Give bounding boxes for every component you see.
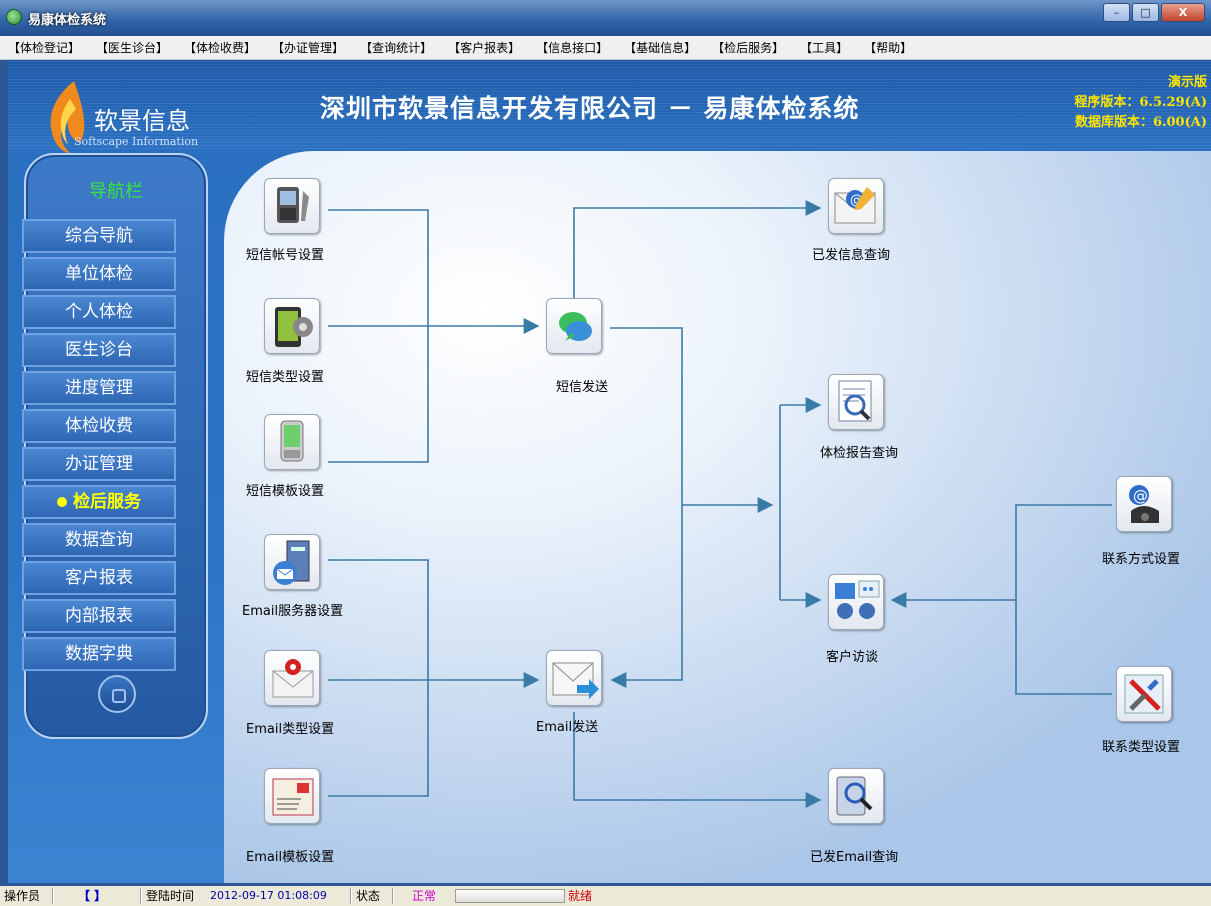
window-controls: – □ X	[1103, 3, 1205, 22]
close-button[interactable]: X	[1161, 3, 1205, 22]
menu-certificate[interactable]: 【办证管理】	[272, 39, 344, 56]
menu-query-stats[interactable]: 【查询统计】	[360, 39, 432, 56]
home-button-icon	[98, 675, 136, 713]
database-version: 数据库版本：6.00(A)	[1074, 115, 1207, 130]
status-bar: 操作员 【 】 登陆时间 2012-09-17 01:08:09 状态 正常 就…	[0, 886, 1211, 906]
menu-doctor-desk[interactable]: 【医生诊台】	[96, 39, 168, 56]
report-query-icon[interactable]	[828, 374, 884, 430]
client-area: 软景信息 Softscape Information 深圳市软景信息开发有限公司…	[8, 61, 1211, 883]
version-info: 演示版 程序版本：6.5.29(A) 数据库版本：6.00(A)	[1074, 73, 1207, 133]
nav-item-customer-report[interactable]: 客户报表	[22, 561, 176, 595]
nav-title: 导航栏	[89, 181, 143, 202]
login-time-value: 2012-09-17 01:08:09	[210, 889, 327, 902]
menu-info-interface[interactable]: 【信息接口】	[536, 39, 608, 56]
menu-exam-fee[interactable]: 【体检收费】	[184, 39, 256, 56]
menu-customer-report[interactable]: 【客户报表】	[448, 39, 520, 56]
email-send-icon[interactable]	[546, 650, 602, 706]
app-title: 深圳市软景信息开发有限公司 － 易康体检系统	[320, 94, 860, 123]
title-bar: 易康体检系统 – □ X	[0, 0, 1211, 36]
menu-base-info[interactable]: 【基础信息】	[624, 39, 696, 56]
logo-text: 软景信息	[94, 107, 190, 135]
nav-item-internal-report[interactable]: 内部报表	[22, 599, 176, 633]
menu-bar: 【体检登记】 【医生诊台】 【体检收费】 【办证管理】 【查询统计】 【客户报表…	[0, 36, 1211, 60]
sms-account-icon[interactable]	[264, 178, 320, 234]
sms-template-icon[interactable]	[264, 414, 320, 470]
status-progress-bar	[455, 889, 565, 903]
content-pane	[224, 151, 1211, 883]
sms-type-icon[interactable]	[264, 298, 320, 354]
active-dot-icon	[57, 497, 67, 507]
demo-label: 演示版	[1167, 75, 1207, 90]
logo-subtitle: Softscape Information	[74, 135, 199, 148]
ready-status: 就绪	[568, 889, 593, 903]
program-version: 程序版本：6.5.29(A)	[1074, 95, 1207, 110]
contact-type-icon[interactable]	[1116, 666, 1172, 722]
svg-text:@: @	[1133, 487, 1148, 505]
operator-value: 【 】	[78, 889, 107, 903]
contact-method-icon[interactable]: @	[1116, 476, 1172, 532]
nav-item-overview[interactable]: 综合导航	[22, 219, 176, 253]
company-logo: 软景信息 Softscape Information	[44, 79, 244, 159]
window-title: 易康体检系统	[28, 13, 107, 28]
email-server-icon[interactable]	[264, 534, 320, 590]
nav-item-after-service[interactable]: 检后服务	[22, 485, 176, 519]
menu-help[interactable]: 【帮助】	[864, 39, 912, 56]
state-value: 正常	[412, 889, 437, 903]
nav-item-certificate[interactable]: 办证管理	[22, 447, 176, 481]
menu-tools[interactable]: 【工具】	[800, 39, 848, 56]
sent-sms-query-icon[interactable]: @	[828, 178, 884, 234]
nav-item-label: 检后服务	[73, 492, 141, 512]
minimize-button[interactable]: –	[1103, 3, 1130, 22]
nav-item-exam-fee[interactable]: 体检收费	[22, 409, 176, 443]
maximize-button[interactable]: □	[1132, 3, 1159, 22]
nav-item-data-query[interactable]: 数据查询	[22, 523, 176, 557]
nav-item-doctor-desk[interactable]: 医生诊台	[22, 333, 176, 367]
menu-after-service[interactable]: 【检后服务】	[712, 39, 784, 56]
email-template-icon[interactable]	[264, 768, 320, 824]
nav-item-unit-exam[interactable]: 单位体检	[22, 257, 176, 291]
email-type-icon[interactable]	[264, 650, 320, 706]
login-time-label: 登陆时间	[146, 889, 195, 903]
nav-item-data-dictionary[interactable]: 数据字典	[22, 637, 176, 671]
state-label: 状态	[356, 889, 381, 903]
nav-item-personal-exam[interactable]: 个人体检	[22, 295, 176, 329]
menu-exam-register[interactable]: 【体检登记】	[8, 39, 80, 56]
operator-label: 操作员	[4, 889, 41, 903]
customer-interview-icon[interactable]	[828, 574, 884, 630]
sms-send-icon[interactable]	[546, 298, 602, 354]
sent-email-query-icon[interactable]	[828, 768, 884, 824]
app-icon	[6, 9, 22, 25]
nav-item-progress[interactable]: 进度管理	[22, 371, 176, 405]
